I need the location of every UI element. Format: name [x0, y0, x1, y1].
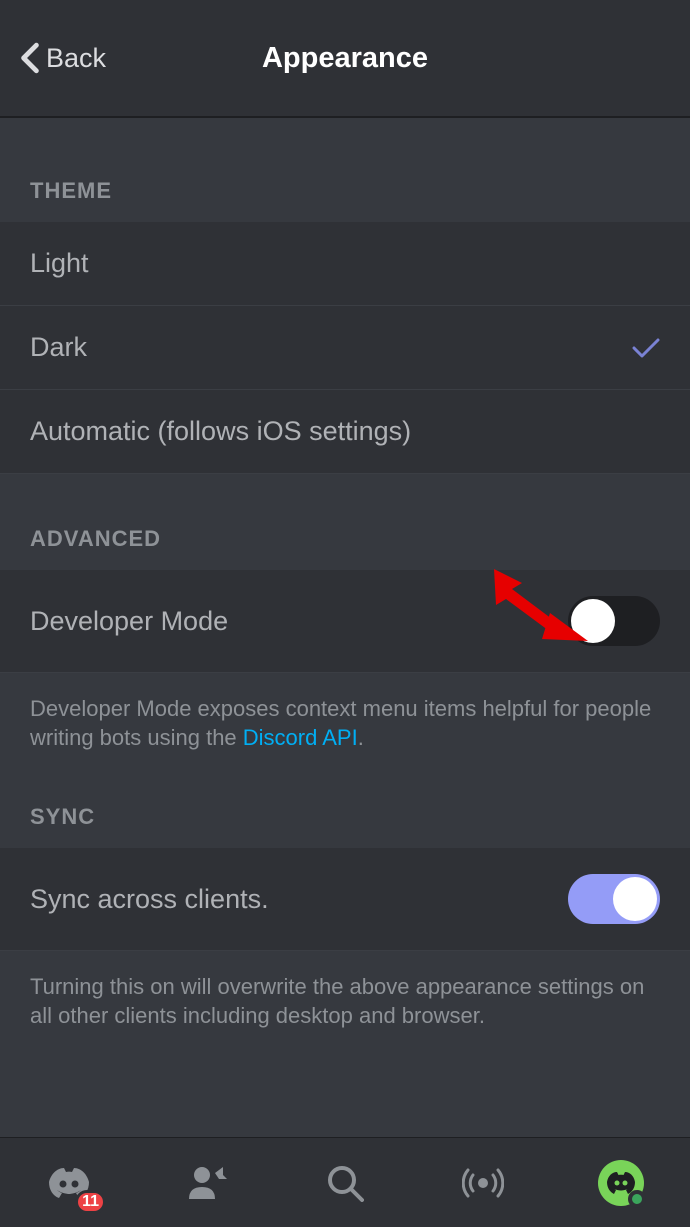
check-icon — [632, 338, 660, 358]
section-header-theme: THEME — [0, 118, 690, 222]
theme-option-automatic[interactable]: Automatic (follows iOS settings) — [0, 390, 690, 474]
sync-row[interactable]: Sync across clients. — [0, 848, 690, 951]
theme-option-dark[interactable]: Dark — [0, 306, 690, 390]
tab-profile[interactable] — [596, 1158, 646, 1208]
broadcast-icon — [462, 1164, 504, 1202]
sync-label: Sync across clients. — [30, 884, 269, 915]
developer-mode-description: Developer Mode exposes context menu item… — [0, 673, 690, 752]
presence-online-icon — [628, 1190, 646, 1208]
sync-description: Turning this on will overwrite the above… — [0, 951, 690, 1030]
desc-text-post: . — [358, 725, 364, 750]
tab-friends[interactable] — [182, 1158, 232, 1208]
section-header-advanced: ADVANCED — [0, 474, 690, 570]
theme-option-light[interactable]: Light — [0, 222, 690, 306]
chevron-left-icon — [20, 42, 40, 74]
bottom-tab-bar: 11 — [0, 1137, 690, 1227]
toggle-knob — [571, 599, 615, 643]
developer-mode-toggle[interactable] — [568, 596, 660, 646]
friends-icon — [187, 1165, 227, 1201]
theme-option-label: Automatic (follows iOS settings) — [30, 416, 411, 447]
search-icon — [326, 1164, 364, 1202]
section-header-sync: SYNC — [0, 752, 690, 848]
theme-option-label: Dark — [30, 332, 87, 363]
sync-toggle[interactable] — [568, 874, 660, 924]
back-button[interactable]: Back — [20, 42, 106, 74]
developer-mode-label: Developer Mode — [30, 606, 228, 637]
developer-mode-row[interactable]: Developer Mode — [0, 570, 690, 673]
avatar-wrap — [598, 1160, 644, 1206]
tab-home[interactable]: 11 — [44, 1158, 94, 1208]
tab-search[interactable] — [320, 1158, 370, 1208]
tab-mentions[interactable] — [458, 1158, 508, 1208]
discord-api-link[interactable]: Discord API — [243, 725, 358, 750]
back-label: Back — [46, 43, 106, 74]
page-title: Appearance — [262, 42, 428, 75]
notification-badge: 11 — [75, 1190, 106, 1214]
header-bar: Back Appearance — [0, 0, 690, 118]
toggle-knob — [613, 877, 657, 921]
theme-option-label: Light — [30, 248, 89, 279]
